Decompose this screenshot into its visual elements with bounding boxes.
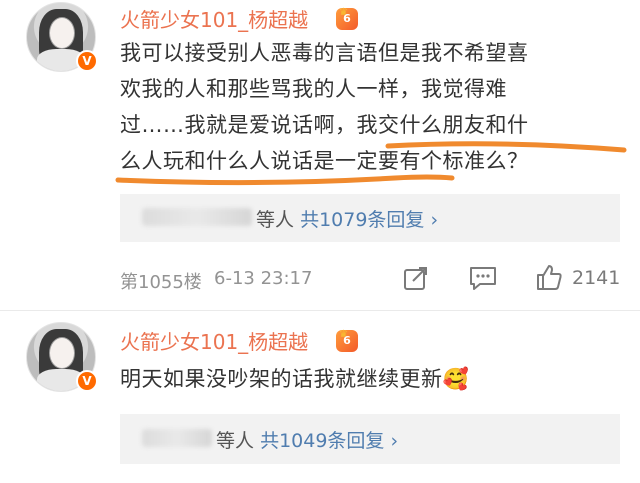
- reply-suffix: 等人: [216, 430, 255, 452]
- blurred-names: [142, 208, 252, 226]
- reply-suffix: 等人: [256, 209, 295, 231]
- comment-text-line: 明天如果没吵架的话我就继续更新🥰: [120, 367, 470, 391]
- comment-text-line: 我可以接受别人恶毒的言语但是我不希望喜: [120, 41, 529, 65]
- reply-summary[interactable]: 等人 共1079条回复 ›: [120, 194, 620, 242]
- level-icon: ♛ 6: [336, 7, 358, 30]
- level-icon: ♛ 6: [336, 329, 358, 352]
- username[interactable]: 火箭少女101_杨超越: [120, 326, 308, 355]
- username[interactable]: 火箭少女101_杨超越: [120, 4, 308, 33]
- reply-count-link[interactable]: 共1079条回复 ›: [300, 209, 438, 231]
- comment-text-line: 过……我就是爱说话啊，我交什么朋友和什: [120, 113, 529, 137]
- divider: [0, 310, 640, 311]
- share-icon[interactable]: [402, 264, 430, 296]
- reply-summary[interactable]: 等人 共1049条回复 ›: [120, 414, 620, 464]
- comment-icon[interactable]: [468, 264, 498, 296]
- timestamp: 6-13 23:17: [214, 268, 313, 289]
- verified-icon: V: [76, 50, 98, 72]
- comment-text-line: 么人玩和什么人说话是一定要有个标准么？: [120, 149, 529, 173]
- reply-count-link[interactable]: 共1049条回复 ›: [260, 430, 398, 452]
- comment-text-line: 欢我的人和那些骂我的人一样，我觉得难: [120, 77, 507, 101]
- thumbs-up-icon[interactable]: [534, 262, 564, 296]
- verified-icon: V: [76, 370, 98, 392]
- like-count: 2141: [572, 267, 621, 289]
- blurred-names: [142, 429, 212, 447]
- floor-number: 第1055楼: [120, 272, 202, 293]
